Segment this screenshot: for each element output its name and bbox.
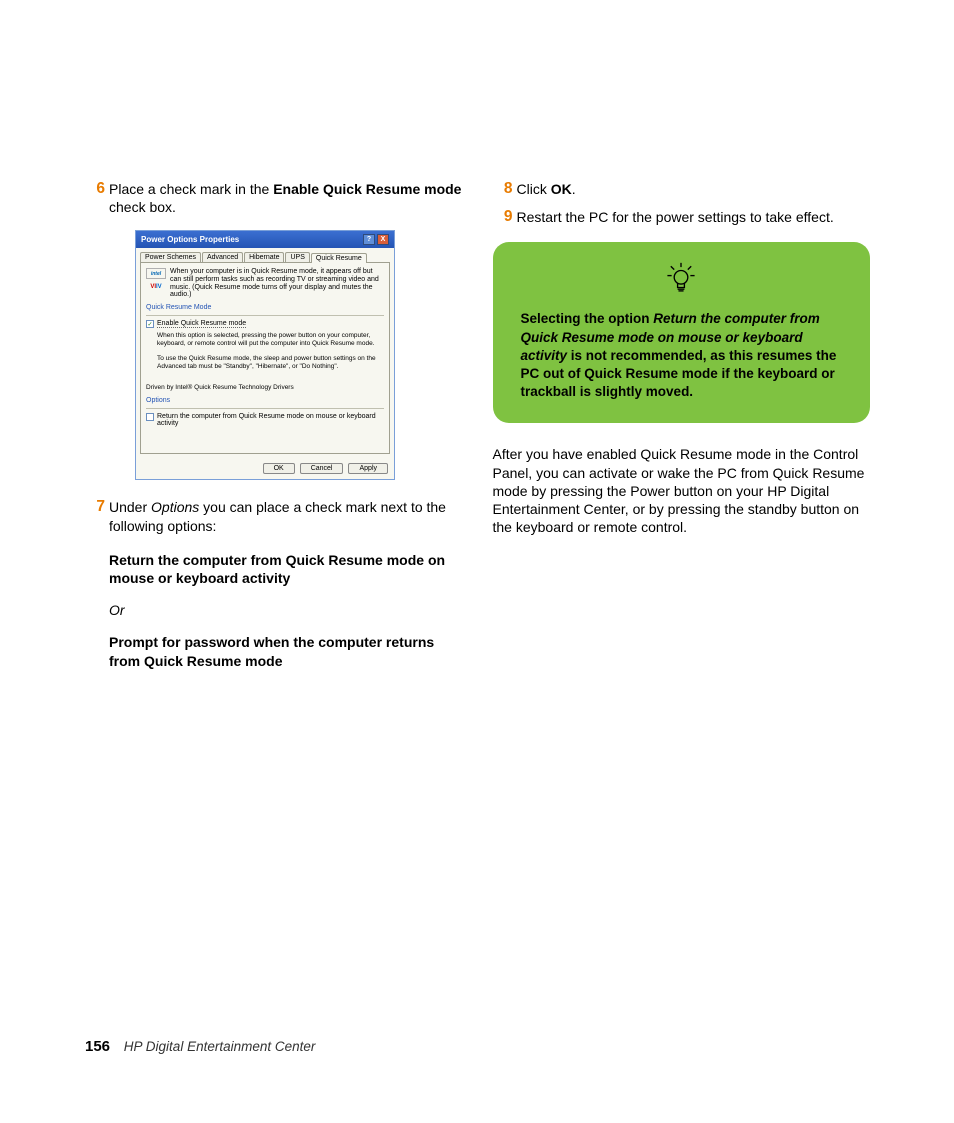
step-6: 6 Place a check mark in the Enable Quick… — [85, 180, 463, 216]
tip-box: Selecting the option Return the computer… — [493, 242, 871, 423]
option-2: Prompt for password when the computer re… — [109, 633, 463, 669]
page-footer: 156 HP Digital Entertainment Center — [85, 1038, 315, 1055]
step-number: 7 — [85, 498, 105, 534]
footer-title: HP Digital Entertainment Center — [124, 1039, 316, 1054]
tab-quick-resume[interactable]: Quick Resume — [311, 253, 367, 263]
step-number: 6 — [85, 180, 105, 216]
viiv-logo-icon: VIIV — [146, 282, 166, 291]
option-or: Or — [109, 601, 463, 619]
step-9: 9 Restart the PC for the power settings … — [493, 208, 871, 226]
dialog-title-text: Power Options Properties — [141, 235, 239, 244]
step-text: Restart the PC for the power settings to… — [517, 208, 871, 226]
dialog-description: When your computer is in Quick Resume mo… — [170, 268, 384, 299]
dialog-note-2: To use the Quick Resume mode, the sleep … — [157, 355, 384, 370]
option-1: Return the computer from Quick Resume mo… — [109, 551, 463, 587]
step-text: Under Options you can place a check mark… — [109, 498, 463, 534]
group-label-options: Options — [146, 397, 384, 404]
return-on-activity-label: Return the computer from Quick Resume mo… — [157, 413, 384, 427]
tab-ups[interactable]: UPS — [285, 252, 309, 262]
group-label-quick-resume: Quick Resume Mode — [146, 304, 384, 311]
dialog-screenshot: Power Options Properties ? X Power Schem… — [135, 230, 395, 480]
dialog-titlebar: Power Options Properties ? X — [136, 231, 394, 248]
tab-power-schemes[interactable]: Power Schemes — [140, 252, 201, 262]
cancel-button[interactable]: Cancel — [300, 463, 344, 474]
lightbulb-icon — [664, 262, 698, 296]
intel-logo-icon: intel — [146, 268, 166, 279]
tab-hibernate[interactable]: Hibernate — [244, 252, 284, 262]
step-8: 8 Click OK. — [493, 180, 871, 198]
after-tip-text: After you have enabled Quick Resume mode… — [493, 445, 871, 536]
step-number: 9 — [493, 208, 513, 226]
close-icon[interactable]: X — [377, 234, 389, 245]
dialog-driven: Driven by Intel® Quick Resume Technology… — [146, 384, 384, 391]
apply-button[interactable]: Apply — [348, 463, 388, 474]
dialog-tabs: Power Schemes Advanced Hibernate UPS Qui… — [136, 248, 394, 262]
step-number: 8 — [493, 180, 513, 198]
dialog-note-1: When this option is selected, pressing t… — [157, 332, 384, 347]
return-on-activity-checkbox[interactable] — [146, 413, 154, 421]
step-text: Click OK. — [517, 180, 871, 198]
tip-text: Selecting the option Return the computer… — [521, 310, 843, 401]
step-text: Place a check mark in the Enable Quick R… — [109, 180, 463, 216]
enable-quick-resume-label: Enable Quick Resume mode — [157, 320, 246, 328]
ok-button[interactable]: OK — [263, 463, 295, 474]
page-number: 156 — [85, 1038, 110, 1055]
step-7: 7 Under Options you can place a check ma… — [85, 498, 463, 534]
tab-advanced[interactable]: Advanced — [202, 252, 243, 262]
enable-quick-resume-checkbox[interactable] — [146, 320, 154, 328]
help-icon[interactable]: ? — [363, 234, 375, 245]
